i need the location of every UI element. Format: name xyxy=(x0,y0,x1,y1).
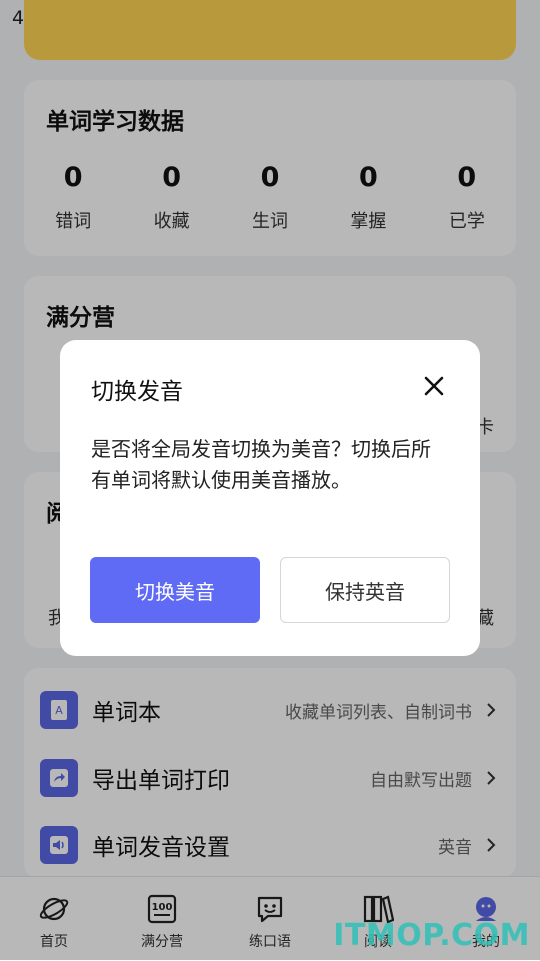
dialog-message: 是否将全局发音切换为美音？切换后所有单词将默认使用美音播放。 xyxy=(91,437,431,492)
switch-pronunciation-dialog: 切换发音 是否将全局发音切换为美音？切换后所有单词将默认使用美音播放。 切换美音… xyxy=(60,340,480,656)
dialog-title: 切换发音 xyxy=(91,379,183,405)
keep-british-button[interactable]: 保持英音 xyxy=(280,557,450,623)
site-watermark: ITMOP.COM xyxy=(333,918,530,953)
close-icon[interactable] xyxy=(422,374,446,398)
switch-to-american-button[interactable]: 切换美音 xyxy=(90,557,260,623)
